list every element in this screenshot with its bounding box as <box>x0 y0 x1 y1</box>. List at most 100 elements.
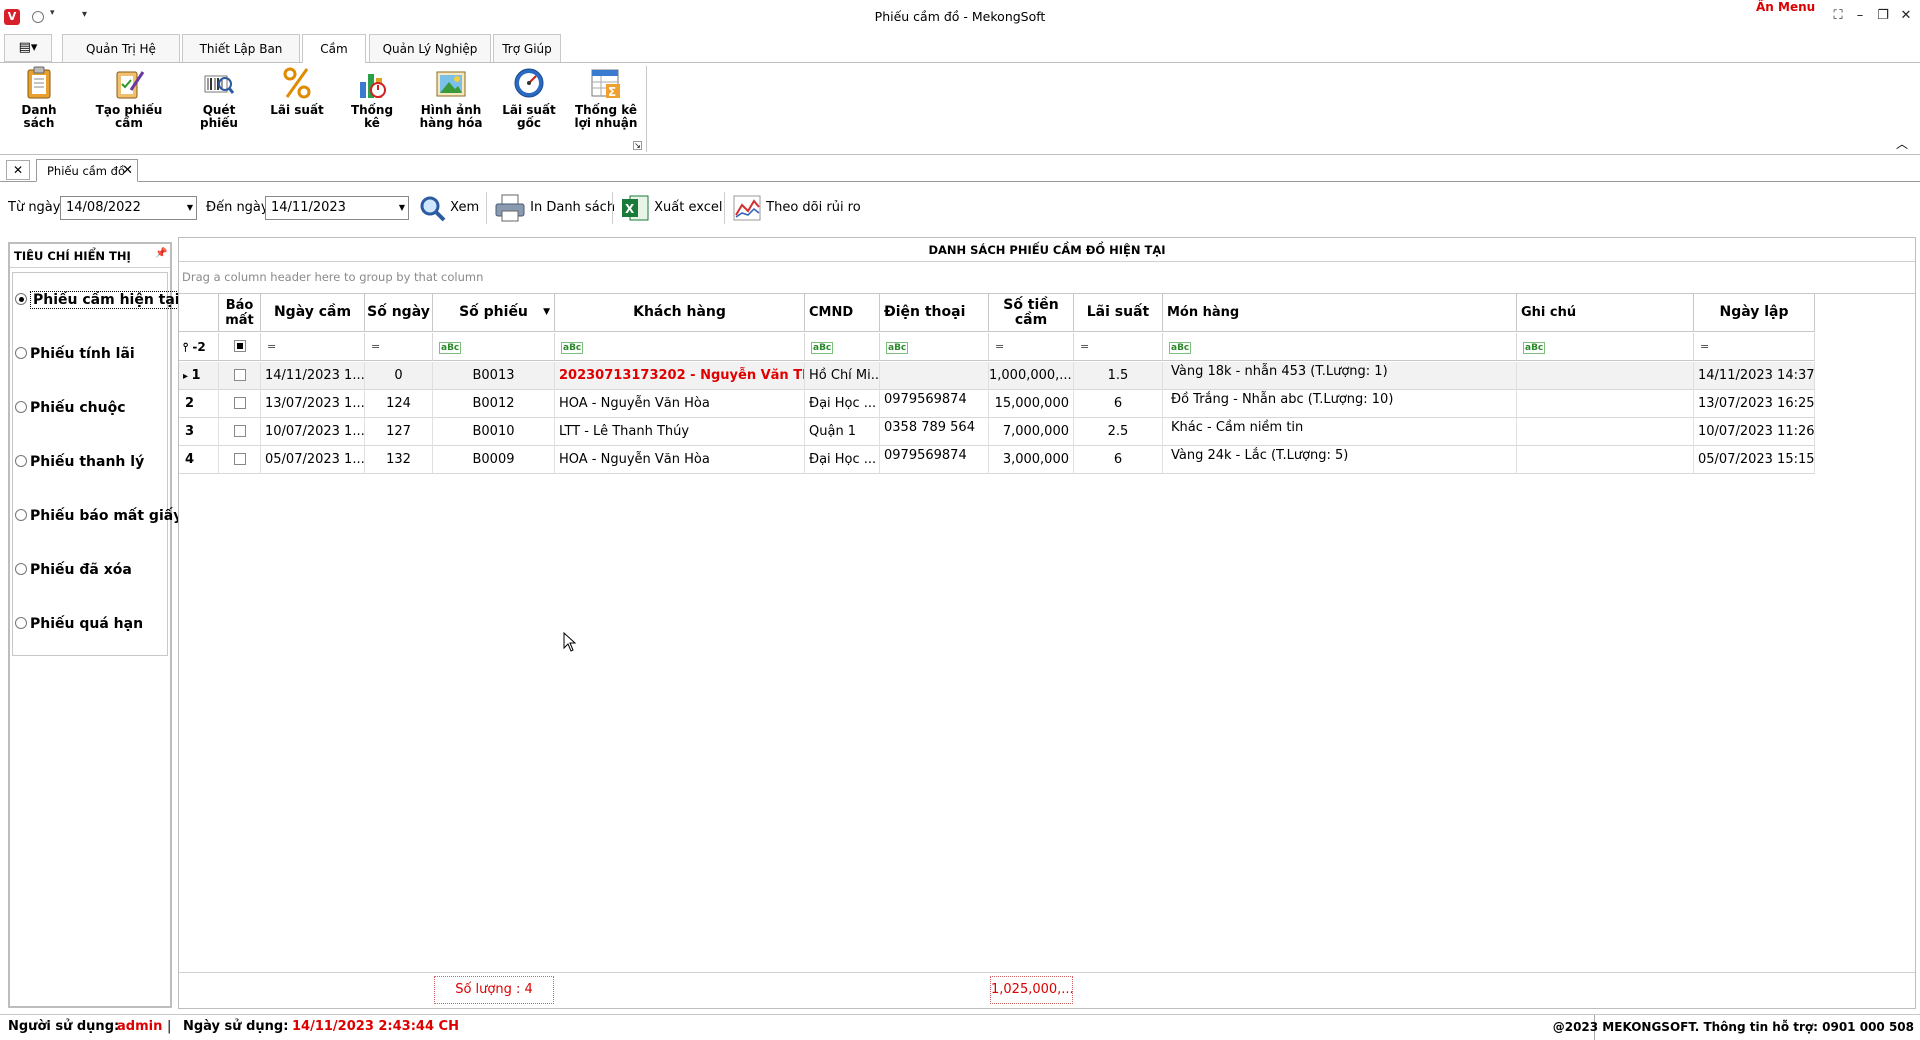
close-all-tabs-button[interactable]: ✕ <box>6 160 30 180</box>
application-menu-button[interactable]: ▤▾ <box>4 34 52 62</box>
group-by-panel[interactable]: Drag a column header here to group by th… <box>182 270 483 284</box>
filter-pawn-date[interactable]: = <box>261 333 365 361</box>
cell-ticket-no: B0009 <box>433 446 555 474</box>
row-index[interactable]: ▸ 1 <box>179 362 219 390</box>
radio-liquidated-tickets[interactable]: Phiếu thanh lý <box>15 452 144 472</box>
header-interest[interactable]: Lãi suất <box>1074 294 1163 332</box>
radio-current-tickets[interactable]: Phiếu cầm hiện tại <box>15 290 183 310</box>
line-chart-icon <box>733 195 761 220</box>
cell-phone: 0979569874 <box>880 446 989 474</box>
checkbox-icon[interactable] <box>233 397 246 409</box>
risk-tracking-button[interactable]: Theo dõi rủi ro <box>732 190 861 226</box>
tab-pawn[interactable]: Cầm Đồ <box>302 34 366 84</box>
filter-customer[interactable]: aBc <box>555 333 805 361</box>
statistics-button[interactable]: Thống kê <box>342 66 402 130</box>
profit-statistics-button[interactable]: Σ Thống kê lợi nhuận <box>574 66 638 130</box>
sort-desc-icon: ▼ <box>543 307 550 317</box>
filter-phone[interactable]: aBc <box>880 333 989 361</box>
radio-deleted-tickets[interactable]: Phiếu đã xóa <box>15 560 132 580</box>
header-created-date[interactable]: Ngày lập <box>1694 294 1815 332</box>
row-lost-checkbox[interactable] <box>219 418 261 446</box>
chevron-down-icon[interactable]: ▼ <box>399 197 405 219</box>
clipboard-icon <box>23 66 55 100</box>
checkbox-icon[interactable] <box>233 453 246 465</box>
filter-interest[interactable]: = <box>1074 333 1163 361</box>
restore-button[interactable]: ❐ <box>1873 8 1893 23</box>
filter-days[interactable]: = <box>365 333 433 361</box>
base-interest-button[interactable]: Lãi suất gốc <box>498 66 560 130</box>
grid-footer-border <box>179 972 1915 973</box>
header-customer[interactable]: Khách hàng <box>555 294 805 332</box>
radio-interest-tickets[interactable]: Phiếu tính lãi <box>15 344 135 364</box>
tab-help[interactable]: Trợ Giúp <box>493 34 561 62</box>
filter-note[interactable]: aBc <box>1517 333 1694 361</box>
filter-item[interactable]: aBc <box>1163 333 1517 361</box>
header-item[interactable]: Món hàng <box>1163 294 1517 332</box>
row-number: 2 <box>185 396 195 411</box>
scan-ticket-button[interactable]: Quét phiếu <box>184 66 254 130</box>
tab-system-admin[interactable]: Quản Trị Hệ Thống <box>62 34 180 84</box>
header-amount[interactable]: Số tiền cầm <box>989 294 1074 332</box>
export-excel-button[interactable]: X Xuất excel <box>620 190 722 226</box>
row-lost-checkbox[interactable] <box>219 390 261 418</box>
radio-lost-paper-tickets[interactable]: Phiếu báo mất giấy <box>15 506 182 526</box>
tab-pawn-tickets[interactable]: Phiếu cầm đồ ✕ <box>36 159 138 182</box>
from-date-input[interactable]: 14/08/2022 ▼ <box>60 196 197 220</box>
pin-icon[interactable]: 📌 <box>155 248 167 259</box>
row-index[interactable]: 2 <box>179 390 219 418</box>
svg-text:Σ: Σ <box>608 85 616 99</box>
view-label: Xem <box>450 200 480 215</box>
chevron-down-icon[interactable]: ▼ <box>187 197 193 219</box>
mouse-cursor-icon <box>563 631 577 655</box>
header-ticket-no[interactable]: Số phiếu ▼ <box>433 294 555 332</box>
radio-overdue-tickets[interactable]: Phiếu quá hạn <box>15 614 143 634</box>
cell-note <box>1517 418 1694 446</box>
cell-pawn-date: 10/07/2023 1... <box>261 418 365 446</box>
header-note[interactable]: Ghi chú <box>1517 294 1694 332</box>
print-list-button[interactable]: In Danh sách <box>494 190 615 226</box>
close-tab-icon[interactable]: ✕ <box>122 160 133 182</box>
to-date-input[interactable]: 14/11/2023 ▼ <box>265 196 409 220</box>
list-button[interactable]: Danh sách <box>6 66 72 130</box>
tab-initial-setup[interactable]: Thiết Lập Ban Đầu <box>182 34 300 84</box>
header-phone[interactable]: Điện thoại <box>880 294 989 332</box>
minimize-button[interactable]: – <box>1850 8 1870 23</box>
profit-statistics-label: Thống kê lợi nhuận <box>574 103 638 130</box>
filter-lost[interactable] <box>219 333 261 361</box>
document-tab-strip <box>0 158 1920 182</box>
ribbon-group-launcher-icon[interactable]: ↘ <box>633 141 642 150</box>
create-ticket-button[interactable]: Tạo phiếu cầm <box>84 66 174 130</box>
header-pawn-date[interactable]: Ngày cầm <box>261 294 365 332</box>
radio-redeemed-tickets[interactable]: Phiếu chuộc <box>15 398 126 418</box>
row-lost-checkbox[interactable] <box>219 446 261 474</box>
interest-rate-label: Lãi suất <box>270 103 324 117</box>
goods-images-button[interactable]: Hình ảnh hàng hóa <box>418 66 484 130</box>
header-lost[interactable]: Báo mất <box>219 294 261 332</box>
filter-id-card[interactable]: aBc <box>805 333 880 361</box>
svg-text:X: X <box>625 202 635 216</box>
filter-created-date[interactable]: = <box>1694 333 1815 361</box>
statistics-label: Thống kê <box>350 103 394 130</box>
row-index[interactable]: 4 <box>179 446 219 474</box>
checkbox-icon[interactable] <box>233 369 246 381</box>
row-index[interactable]: 3 <box>179 418 219 446</box>
tab-business-management[interactable]: Quản Lý Nghiệp Vụ <box>369 34 491 84</box>
hide-menu-link[interactable]: Ẩn Menu <box>1756 0 1815 14</box>
cell-item: Đồ Trắng - Nhẫn abc (T.Lượng: 10) <box>1163 390 1517 418</box>
grid-title: DANH SÁCH PHIẾU CẦM ĐỒ HIỆN TẠI <box>179 238 1915 262</box>
window-title: Phiếu cầm đồ - MekongSoft <box>874 9 1046 24</box>
interest-rate-button[interactable]: Lãi suất <box>268 66 326 117</box>
filter-row-index: -2 <box>192 340 206 354</box>
filter-ticket-no[interactable]: aBc <box>433 333 555 361</box>
filter-amount[interactable]: = <box>989 333 1074 361</box>
checkbox-indeterminate-icon[interactable] <box>233 340 246 352</box>
view-button[interactable]: Xem <box>418 190 479 226</box>
header-days[interactable]: Số ngày <box>365 294 433 332</box>
collapse-ribbon-icon[interactable]: ︿ <box>1896 135 1908 152</box>
checkbox-icon[interactable] <box>233 425 246 437</box>
close-window-button[interactable]: ✕ <box>1896 8 1916 23</box>
header-id-card[interactable]: CMND <box>805 294 880 332</box>
fullscreen-icon[interactable]: ⛶ <box>1828 8 1848 23</box>
row-lost-checkbox[interactable] <box>219 362 261 390</box>
printer-icon <box>495 194 525 221</box>
